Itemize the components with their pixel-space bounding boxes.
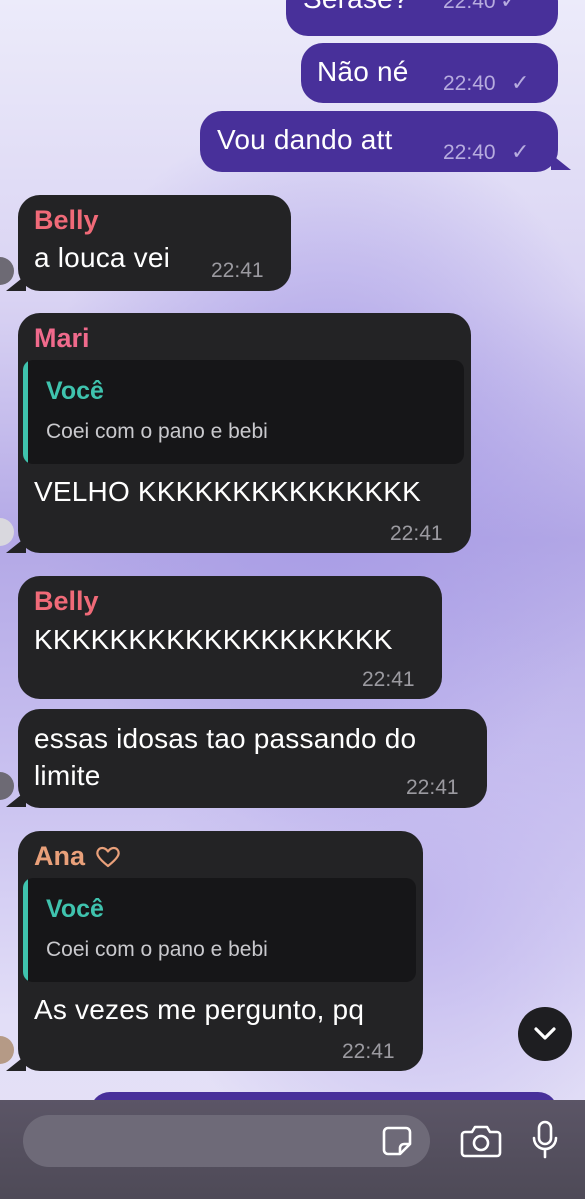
sender-name[interactable]: Mari (34, 323, 90, 354)
incoming-message[interactable]: Mari Você Coei com o pano e bebi VELHO K… (18, 313, 471, 553)
message-text: KKKKKKKKKKKKKKKKKKK (34, 624, 393, 655)
incoming-message[interactable]: essas idosas tao passando do limite 22:4… (18, 709, 487, 808)
scroll-down-button[interactable] (518, 1007, 572, 1061)
read-check-icon: ✓ (500, 0, 519, 13)
quote-accent-bar (23, 360, 28, 464)
read-check-icon: ✓ (511, 70, 530, 95)
sender-name[interactable]: Belly (34, 205, 99, 236)
quote-text: Coei com o pano e bebi (46, 420, 268, 443)
message-text: Não né (317, 56, 409, 87)
message-time: 22:41 (342, 1040, 395, 1063)
heart-outline-icon (96, 846, 120, 868)
reply-quote[interactable]: Você Coei com o pano e bebi (23, 360, 464, 464)
incoming-message[interactable]: Belly KKKKKKKKKKKKKKKKKKK 22:41 (18, 576, 442, 699)
message-time: 22:40 (443, 72, 496, 95)
message-time: 22:41 (362, 668, 415, 691)
microphone-icon[interactable] (531, 1120, 559, 1160)
message-text: VELHO KKKKKKKKKKKKKKK (34, 476, 422, 507)
message-text: a louca vei (34, 242, 171, 273)
sticker-icon[interactable] (381, 1125, 413, 1157)
quote-sender: Você (46, 895, 104, 923)
message-text: Vou dando att (217, 124, 393, 155)
quote-sender: Você (46, 377, 104, 405)
message-text-line: essas idosas tao passando do (34, 723, 417, 754)
reply-quote[interactable]: Você Coei com o pano e bebi (23, 878, 416, 982)
message-input[interactable] (23, 1115, 430, 1167)
incoming-message[interactable]: Belly a louca vei 22:41 (18, 195, 291, 291)
message-text: As vezes me pergunto, pq (34, 994, 365, 1025)
incoming-message[interactable]: Ana Você Coei com o pano e bebi As vezes… (18, 831, 423, 1071)
message-time: 22:40 (443, 141, 496, 164)
sender-name[interactable]: Belly (34, 586, 99, 617)
outgoing-message[interactable]: Vou dando att 22:40 ✓ (200, 111, 558, 172)
quote-text: Coei com o pano e bebi (46, 938, 268, 961)
message-time: 22:41 (211, 259, 264, 282)
message-time: 22:41 (406, 776, 459, 799)
camera-icon[interactable] (460, 1124, 502, 1158)
chevron-down-icon (534, 1027, 556, 1040)
quote-accent-bar (23, 878, 28, 982)
read-check-icon: ✓ (511, 139, 530, 164)
outgoing-message[interactable]: Não né 22:40 ✓ (301, 43, 558, 103)
message-time: 22:40 (443, 0, 496, 13)
sender-name[interactable]: Ana (34, 841, 85, 872)
message-text: Serase? (303, 0, 409, 15)
message-time: 22:41 (390, 522, 443, 545)
message-text-line: limite (34, 760, 101, 791)
bubble-tail (551, 154, 571, 170)
outgoing-message[interactable]: Serase? 22:40 ✓ (286, 0, 558, 36)
